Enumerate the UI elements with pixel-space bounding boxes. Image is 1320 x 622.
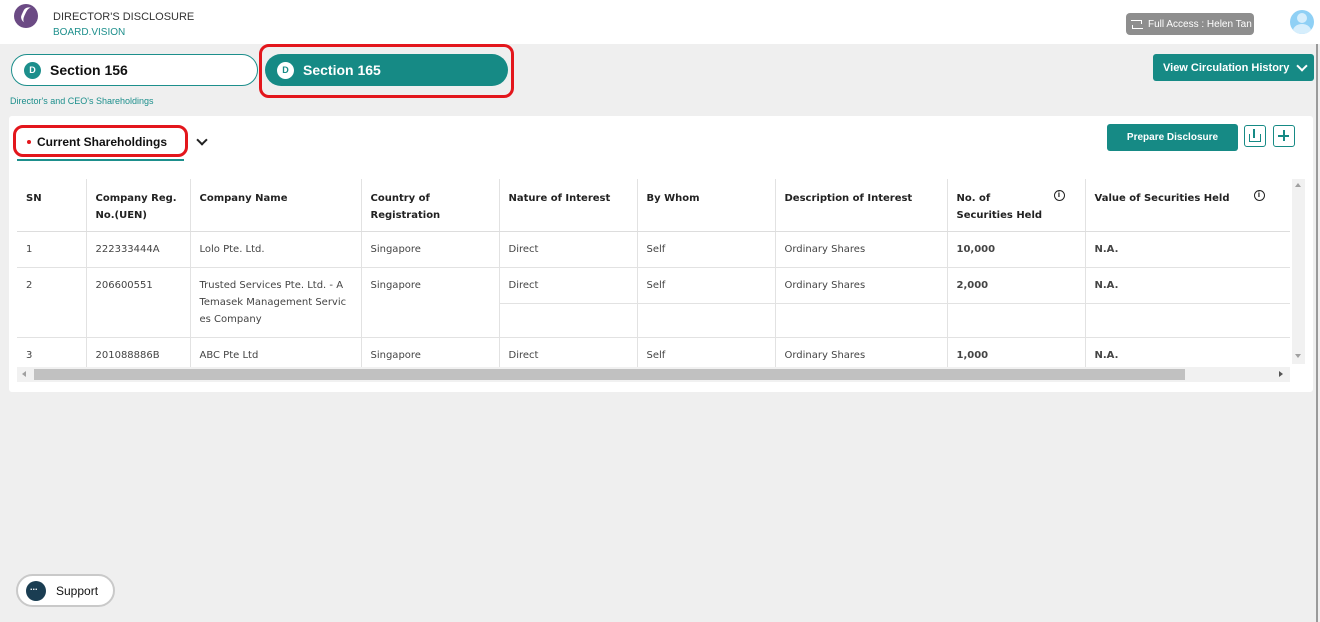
d-badge-icon: D [277, 61, 294, 79]
info-icon[interactable]: i [1253, 190, 1265, 201]
support-label: Support [56, 583, 99, 598]
cell-uen: 206600551 [86, 267, 191, 338]
cell-nature: Direct [499, 267, 638, 338]
cell-description: Ordinary Shares [775, 267, 948, 338]
column-header[interactable]: Country of Registration [361, 179, 500, 232]
cell-description: Ordinary Shares [775, 231, 948, 268]
active-tab-underline [17, 159, 184, 161]
cell-securities: 2,000 [947, 267, 1086, 338]
d-badge-icon: D [24, 61, 41, 79]
column-header[interactable]: Company Name [190, 179, 362, 232]
vertical-scrollbar[interactable] [1292, 179, 1305, 364]
column-header-label: No. of Securities Held [956, 193, 1043, 221]
view-circulation-history-button[interactable]: View Circulation History [1153, 54, 1314, 81]
tab-section-165[interactable]: D Section 165 [265, 54, 508, 86]
app-title: DIRECTOR'S DISCLOSURE [53, 11, 195, 23]
cell-by-whom: Self [637, 231, 776, 268]
access-label: Full Access : Helen Tan [1148, 18, 1252, 30]
cell-securities: 10,000 [947, 231, 1086, 268]
cell-country: Singapore [361, 231, 500, 268]
top-header: DIRECTOR'S DISCLOSURE BOARD.VISION Full … [0, 0, 1320, 44]
shareholdings-table: SN Company Reg. No.(UEN) Company Name Co… [17, 179, 1290, 374]
column-header-securities[interactable]: No. of Securities Held i [947, 179, 1086, 232]
tab-label: Section 165 [303, 62, 381, 78]
cell-company: Lolo Pte. Ltd. [190, 231, 362, 268]
shareholdings-card: Current Shareholdings Prepare Disclosure… [9, 116, 1313, 392]
tab-label: Current Shareholdings [37, 135, 168, 149]
table-row[interactable]: 1 222333444A Lolo Pte. Ltd. Singapore Di… [17, 231, 1290, 268]
cell-sn: 1 [17, 231, 87, 268]
download-icon[interactable] [1244, 125, 1266, 147]
app-subtitle: BOARD.VISION [53, 27, 126, 38]
cell-nature: Direct [499, 231, 638, 268]
column-header[interactable]: Nature of Interest [499, 179, 638, 232]
window-edge [1316, 44, 1318, 622]
column-header-label: Value of Securities Held [1094, 193, 1230, 204]
chat-icon [26, 580, 46, 601]
support-button[interactable]: Support [16, 574, 115, 607]
plus-icon[interactable] [1273, 125, 1295, 147]
cell-value: N.A. [1085, 267, 1290, 338]
bullet-icon [27, 140, 31, 144]
column-header-value[interactable]: Value of Securities Held i [1085, 179, 1290, 232]
user-avatar-icon[interactable] [1290, 10, 1314, 34]
breadcrumb: Director's and CEO's Shareholdings [10, 96, 154, 106]
column-header[interactable]: By Whom [637, 179, 776, 232]
table-header-row: SN Company Reg. No.(UEN) Company Name Co… [17, 179, 1290, 232]
swap-icon [1130, 18, 1144, 30]
scrollbar-thumb[interactable] [34, 369, 1185, 380]
cell-company: Trusted Services Pte. Ltd. - A Temasek M… [190, 267, 362, 338]
cell-by-whom: Self [637, 267, 776, 338]
scroll-right-icon[interactable] [1279, 371, 1283, 377]
tab-label: Section 156 [50, 62, 128, 78]
button-label: View Circulation History [1163, 61, 1290, 74]
column-header[interactable]: Description of Interest [775, 179, 948, 232]
access-switch-button[interactable]: Full Access : Helen Tan [1126, 13, 1254, 35]
column-header[interactable]: Company Reg. No.(UEN) [86, 179, 191, 232]
cell-country: Singapore [361, 267, 500, 338]
column-header[interactable]: SN [17, 179, 87, 232]
cell-uen: 222333444A [86, 231, 191, 268]
scroll-up-icon[interactable] [1295, 183, 1301, 187]
tab-section-156[interactable]: D Section 156 [11, 54, 258, 86]
cell-sn: 2 [17, 267, 87, 338]
scroll-down-icon[interactable] [1295, 354, 1301, 358]
horizontal-scrollbar[interactable] [17, 367, 1290, 382]
info-icon[interactable]: i [1053, 190, 1065, 201]
prepare-disclosure-button[interactable]: Prepare Disclosure [1107, 124, 1238, 151]
table-row[interactable]: 2 206600551 Trusted Services Pte. Ltd. -… [17, 267, 1290, 338]
cell-value: N.A. [1085, 231, 1290, 268]
chevron-down-icon[interactable] [196, 134, 208, 146]
chevron-down-icon [1296, 59, 1308, 72]
tab-current-shareholdings[interactable]: Current Shareholdings [18, 127, 167, 157]
scroll-left-icon[interactable] [22, 371, 26, 377]
logo-icon[interactable] [14, 4, 38, 28]
